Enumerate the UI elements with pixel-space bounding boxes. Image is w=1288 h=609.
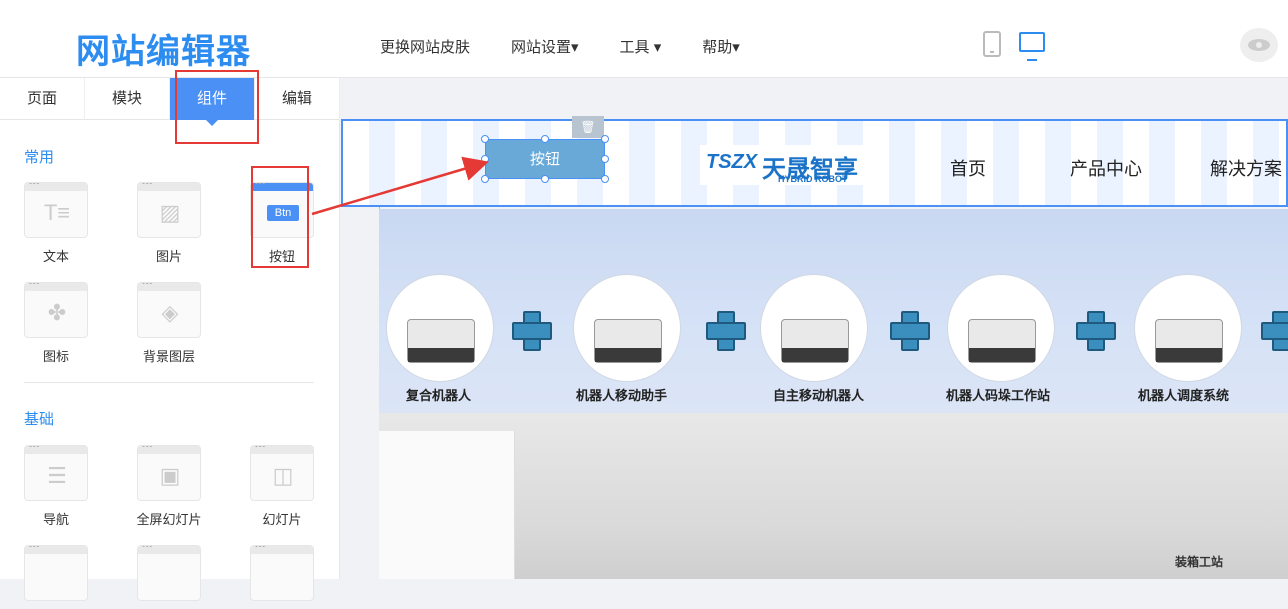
resize-handle[interactable] <box>601 175 609 183</box>
site-header-block[interactable]: TSZX 天晟智享 HYBRID ROBOT 首页 产品中心 解决方案 <box>341 119 1288 207</box>
plus-icon <box>512 311 552 351</box>
product-label: 机器人移动助手 <box>576 388 668 403</box>
component-more-2[interactable] <box>134 545 204 609</box>
grid-icon: ✤ <box>47 300 67 325</box>
component-more-1[interactable] <box>21 545 91 609</box>
component-label: 导航 <box>42 512 69 527</box>
resize-handle[interactable] <box>601 135 609 143</box>
resize-handle[interactable] <box>601 155 609 163</box>
product-label: 机器人码垛工作站 <box>946 388 1051 403</box>
robot-image-4 <box>947 274 1055 382</box>
component-label: 幻灯片 <box>262 512 302 527</box>
section-divider <box>24 382 314 383</box>
section-title-common: 常用 <box>24 149 55 166</box>
product-label: 自主移动机器人 <box>773 388 865 403</box>
product-label: 复合机器人 <box>406 388 472 403</box>
site-nav-home[interactable]: 首页 <box>950 155 986 181</box>
menu-site-settings[interactable]: 网站设置▾ <box>511 36 579 57</box>
component-label: 背景图层 <box>142 349 195 364</box>
component-label: 全屏幻灯片 <box>136 512 202 527</box>
component-text[interactable]: T≡ 文本 <box>21 182 91 265</box>
mobile-preview-icon[interactable] <box>983 31 1001 57</box>
text-icon: T≡ <box>43 200 71 225</box>
tab-pages[interactable]: 页面 <box>0 78 85 120</box>
component-background-layer[interactable]: ◈ 背景图层 <box>134 282 204 365</box>
resize-handle[interactable] <box>481 135 489 143</box>
tab-modules[interactable]: 模块 <box>85 78 170 120</box>
preview-eye-icon[interactable] <box>1240 28 1278 62</box>
component-sidebar: 页面 模块 组件 编辑 常用 T≡ 文本 ▨ 图片 Btn 按钮 ✤ 图标 ◈ … <box>0 78 340 601</box>
image-icon: ▨ <box>159 200 181 225</box>
component-more-3[interactable] <box>247 545 317 609</box>
robot-image-5 <box>1134 274 1242 382</box>
component-icon[interactable]: ✤ 图标 <box>21 282 91 365</box>
app-logo: 网站编辑器 <box>76 33 251 71</box>
dropped-button-widget[interactable]: 按钮 <box>485 139 605 179</box>
robot-image-1 <box>386 274 494 382</box>
top-toolbar: 网站编辑器 更换网站皮肤 网站设置▾ 工具 ▾ 帮助▾ <box>0 0 1288 78</box>
annotation-box-tab <box>175 70 259 144</box>
list-icon: ☰ <box>47 463 67 488</box>
robot-image-3 <box>760 274 868 382</box>
component-slider[interactable]: ◫ 幻灯片 <box>247 445 317 528</box>
menu-help[interactable]: 帮助▾ <box>702 36 740 57</box>
plus-icon <box>1261 311 1288 351</box>
top-menu: 更换网站皮肤 网站设置▾ 工具 ▾ 帮助▾ <box>380 36 781 57</box>
menu-change-skin[interactable]: 更换网站皮肤 <box>380 36 470 57</box>
component-image[interactable]: ▨ 图片 <box>134 182 204 265</box>
component-label: 文本 <box>42 249 69 264</box>
plus-icon <box>1076 311 1116 351</box>
slider-icon: ◫ <box>272 463 294 488</box>
resize-handle[interactable] <box>541 175 549 183</box>
photo-caption: 装箱工站 <box>1175 555 1224 569</box>
section-title-basic: 基础 <box>24 411 55 428</box>
plus-icon <box>706 311 746 351</box>
robot-image-2 <box>573 274 681 382</box>
menu-tools[interactable]: 工具 ▾ <box>620 36 662 57</box>
site-logo: TSZX 天晟智享 HYBRID ROBOT <box>700 145 876 185</box>
component-label: 图片 <box>155 249 182 264</box>
delete-icon[interactable]: 🗑 <box>572 116 604 138</box>
image-icon: ▣ <box>159 463 181 488</box>
resize-handle[interactable] <box>481 155 489 163</box>
tab-edit[interactable]: 编辑 <box>255 78 340 120</box>
sidebar-tabs: 页面 模块 组件 编辑 <box>0 78 340 126</box>
layers-icon: ◈ <box>161 300 179 325</box>
resize-handle[interactable] <box>481 175 489 183</box>
workstation-photo: 装箱工站 <box>379 413 1288 579</box>
desktop-preview-icon[interactable] <box>1019 32 1045 61</box>
product-label: 机器人调度系统 <box>1138 388 1230 403</box>
site-nav-products[interactable]: 产品中心 <box>1070 155 1142 181</box>
annotation-box-button <box>251 166 309 268</box>
editor-canvas[interactable]: TSZX 天晟智享 HYBRID ROBOT 首页 产品中心 解决方案 🗑 按钮… <box>341 78 1288 579</box>
component-label: 图标 <box>42 349 69 364</box>
resize-handle[interactable] <box>541 135 549 143</box>
site-nav-solutions[interactable]: 解决方案 <box>1210 155 1282 181</box>
plus-icon <box>890 311 930 351</box>
product-banner[interactable]: 复合机器人 机器人移动助手 自主移动机器人 机器人码垛工作站 机器人调度系统 <box>379 209 1288 413</box>
component-fullscreen-slider[interactable]: ▣ 全屏幻灯片 <box>134 445 204 528</box>
component-nav[interactable]: ☰ 导航 <box>21 445 91 528</box>
